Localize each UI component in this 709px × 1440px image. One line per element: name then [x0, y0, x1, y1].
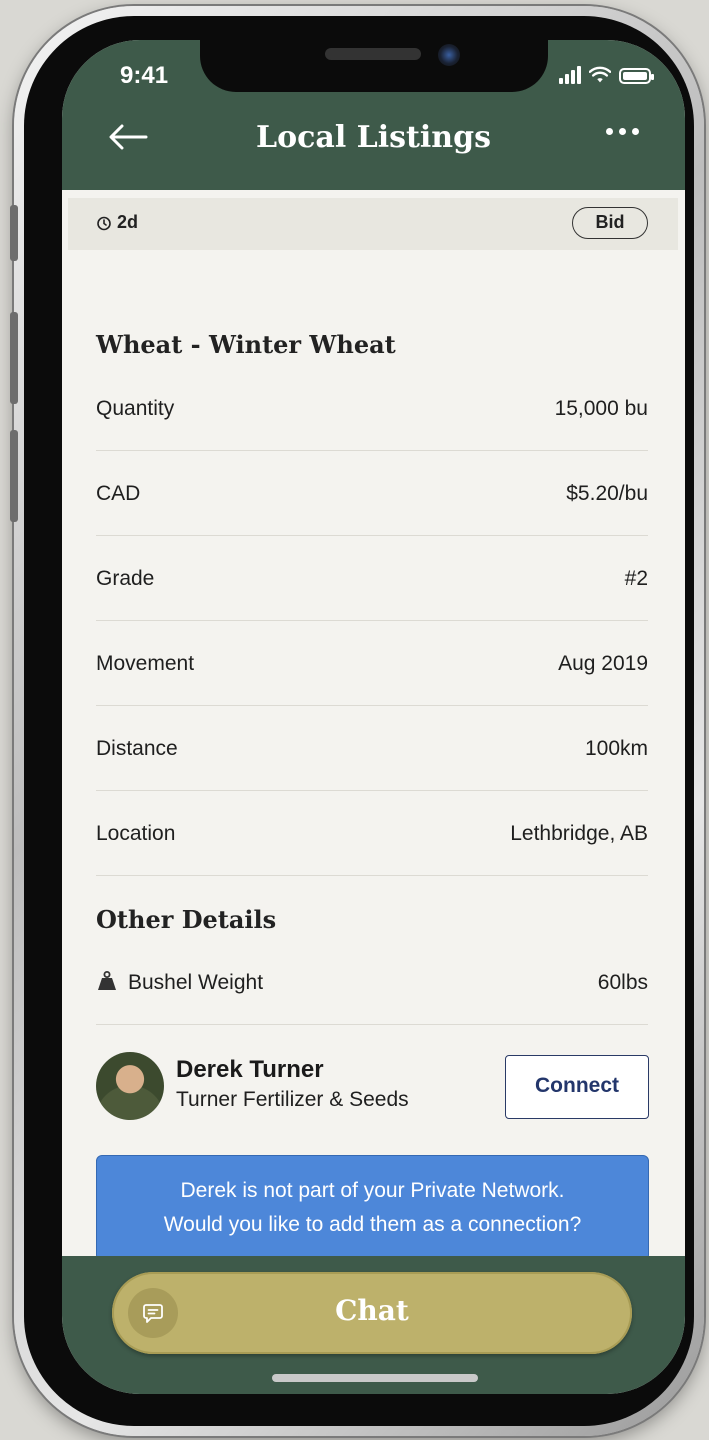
front-camera — [438, 44, 460, 66]
chat-label: Chat — [335, 1294, 409, 1327]
detail-label: Location — [96, 821, 176, 845]
detail-row-cad: CAD $5.20/bu — [96, 451, 648, 536]
timer-icon — [97, 216, 111, 230]
detail-value: 100km — [584, 736, 648, 760]
status-time: 9:41 — [120, 62, 169, 89]
banner-line-2: Would you like to add them as a connecti… — [163, 1213, 582, 1236]
seller-avatar[interactable] — [96, 1052, 164, 1120]
page-title: Local Listings — [256, 120, 491, 155]
listing-timer-bar: 2d Bid — [68, 198, 678, 250]
detail-row-movement: Movement Aug 2019 — [96, 621, 648, 706]
detail-label: Distance — [96, 736, 178, 760]
detail-row-bushel-weight: Bushel Weight 60lbs — [96, 940, 648, 1025]
detail-label: Quantity — [96, 396, 175, 420]
detail-row-quantity: Quantity 15,000 bu — [96, 366, 648, 451]
detail-label: Bushel Weight — [128, 971, 264, 994]
volume-up-button — [10, 312, 18, 404]
detail-value: 15,000 bu — [554, 396, 648, 420]
time-remaining: 2d — [96, 212, 138, 233]
detail-value: 60lbs — [597, 970, 648, 994]
weight-icon — [98, 971, 116, 990]
listing-type-badge: Bid — [572, 207, 648, 239]
seller-name[interactable]: Derek Turner — [176, 1056, 324, 1084]
divider — [96, 1024, 648, 1025]
detail-row-location: Location Lethbridge, AB — [96, 791, 648, 876]
status-icons — [559, 66, 654, 84]
detail-label: CAD — [96, 481, 141, 505]
private-network-banner[interactable]: Derek is not part of your Private Networ… — [96, 1155, 649, 1261]
mute-switch — [10, 205, 18, 261]
volume-down-button — [10, 430, 18, 522]
detail-label: Grade — [96, 566, 155, 590]
other-details-title: Other Details — [96, 905, 277, 934]
detail-value: $5.20/bu — [566, 481, 648, 505]
home-indicator[interactable] — [272, 1374, 478, 1382]
detail-label-with-icon: Bushel Weight — [96, 970, 263, 995]
listing-title: Wheat - Winter Wheat — [96, 330, 396, 359]
signal-icon — [559, 66, 581, 84]
banner-line-1: Derek is not part of your Private Networ… — [180, 1179, 565, 1202]
detail-row-distance: Distance 100km — [96, 706, 648, 791]
listing-content: 2d Bid Wheat - Winter Wheat Quantity 15,… — [62, 190, 685, 1261]
speaker-grille — [325, 48, 421, 60]
detail-row-grade: Grade #2 — [96, 536, 648, 621]
chat-button[interactable]: Chat — [112, 1272, 632, 1354]
wifi-icon — [589, 66, 611, 83]
more-options-icon[interactable] — [606, 128, 639, 135]
detail-value: #2 — [624, 566, 648, 590]
battery-icon — [619, 68, 654, 84]
detail-value: Aug 2019 — [558, 651, 648, 675]
detail-value: Lethbridge, AB — [510, 821, 648, 845]
bottom-action-bar: Chat — [62, 1256, 685, 1394]
divider — [96, 875, 648, 876]
seller-company: Turner Fertilizer & Seeds — [176, 1088, 409, 1111]
connect-button[interactable]: Connect — [505, 1055, 649, 1119]
timer-value: 2d — [117, 212, 139, 232]
app-screen: 9:41 Local Listings 2d Bid Wheat - Winte… — [62, 40, 685, 1394]
detail-label: Movement — [96, 651, 195, 675]
